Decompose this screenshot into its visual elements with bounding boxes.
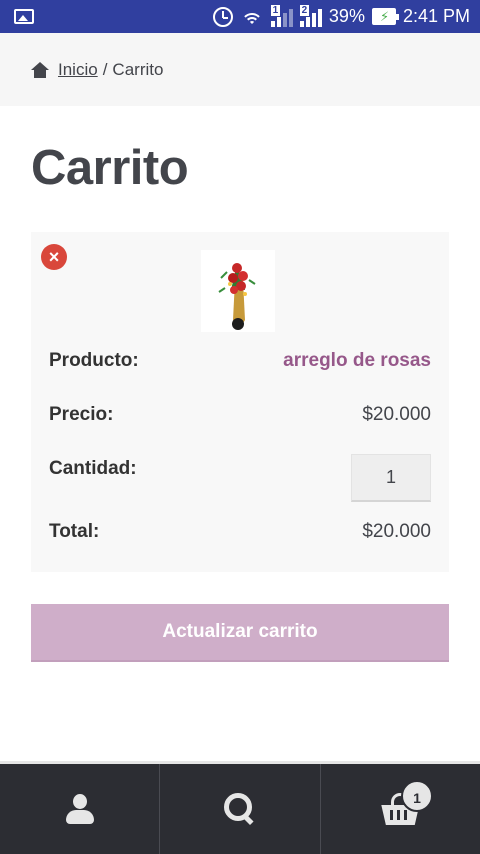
- nav-cart[interactable]: [321, 764, 480, 854]
- breadcrumb-current: Carrito: [112, 59, 164, 79]
- signal-sim2-icon: 2: [299, 4, 322, 27]
- update-cart-button[interactable]: Actualizar carrito: [31, 604, 449, 662]
- total-value: $20.000: [362, 521, 431, 542]
- product-name-link[interactable]: arreglo de rosas: [283, 350, 431, 372]
- nav-account[interactable]: [0, 764, 161, 854]
- home-icon: [31, 61, 49, 78]
- page-title: Carrito: [31, 141, 189, 195]
- total-label: Total:: [49, 521, 100, 542]
- price-value: $20.000: [362, 404, 431, 425]
- battery-charging-icon: ⚡: [371, 8, 399, 25]
- gallery-notification-icon: [14, 9, 34, 24]
- price-row: Precio: $20.000: [49, 404, 431, 426]
- remove-item-icon[interactable]: ×: [41, 244, 67, 270]
- total-row: Total: $20.000: [49, 521, 431, 543]
- product-thumbnail[interactable]: [201, 250, 275, 332]
- cart-count-badge: 1: [401, 780, 433, 812]
- breadcrumb-home-link[interactable]: Inicio: [58, 60, 98, 80]
- product-label: Producto:: [49, 350, 139, 371]
- cart-item: × Producto: arreglo de rosas Precio: $20…: [31, 232, 449, 572]
- signal-sim1-icon: 1: [270, 4, 293, 27]
- search-icon: [223, 793, 256, 825]
- breadcrumb-separator: /: [102, 59, 108, 79]
- quantity-input[interactable]: [351, 454, 431, 502]
- wifi-icon: [240, 8, 264, 26]
- product-row: Producto: arreglo de rosas: [49, 350, 431, 372]
- battery-percent: 39%: [328, 6, 365, 26]
- status-bar: 1 2 39% ⚡ 2:41 PM: [0, 0, 480, 33]
- quantity-row: Cantidad:: [49, 454, 431, 502]
- alarm-icon: [212, 6, 233, 27]
- clock: 2:41 PM: [402, 6, 470, 26]
- account-icon: [65, 794, 95, 824]
- price-label: Precio:: [49, 404, 114, 425]
- quantity-label: Cantidad:: [49, 458, 137, 479]
- breadcrumb: Inicio / Carrito: [0, 33, 480, 106]
- nav-search[interactable]: [160, 764, 321, 854]
